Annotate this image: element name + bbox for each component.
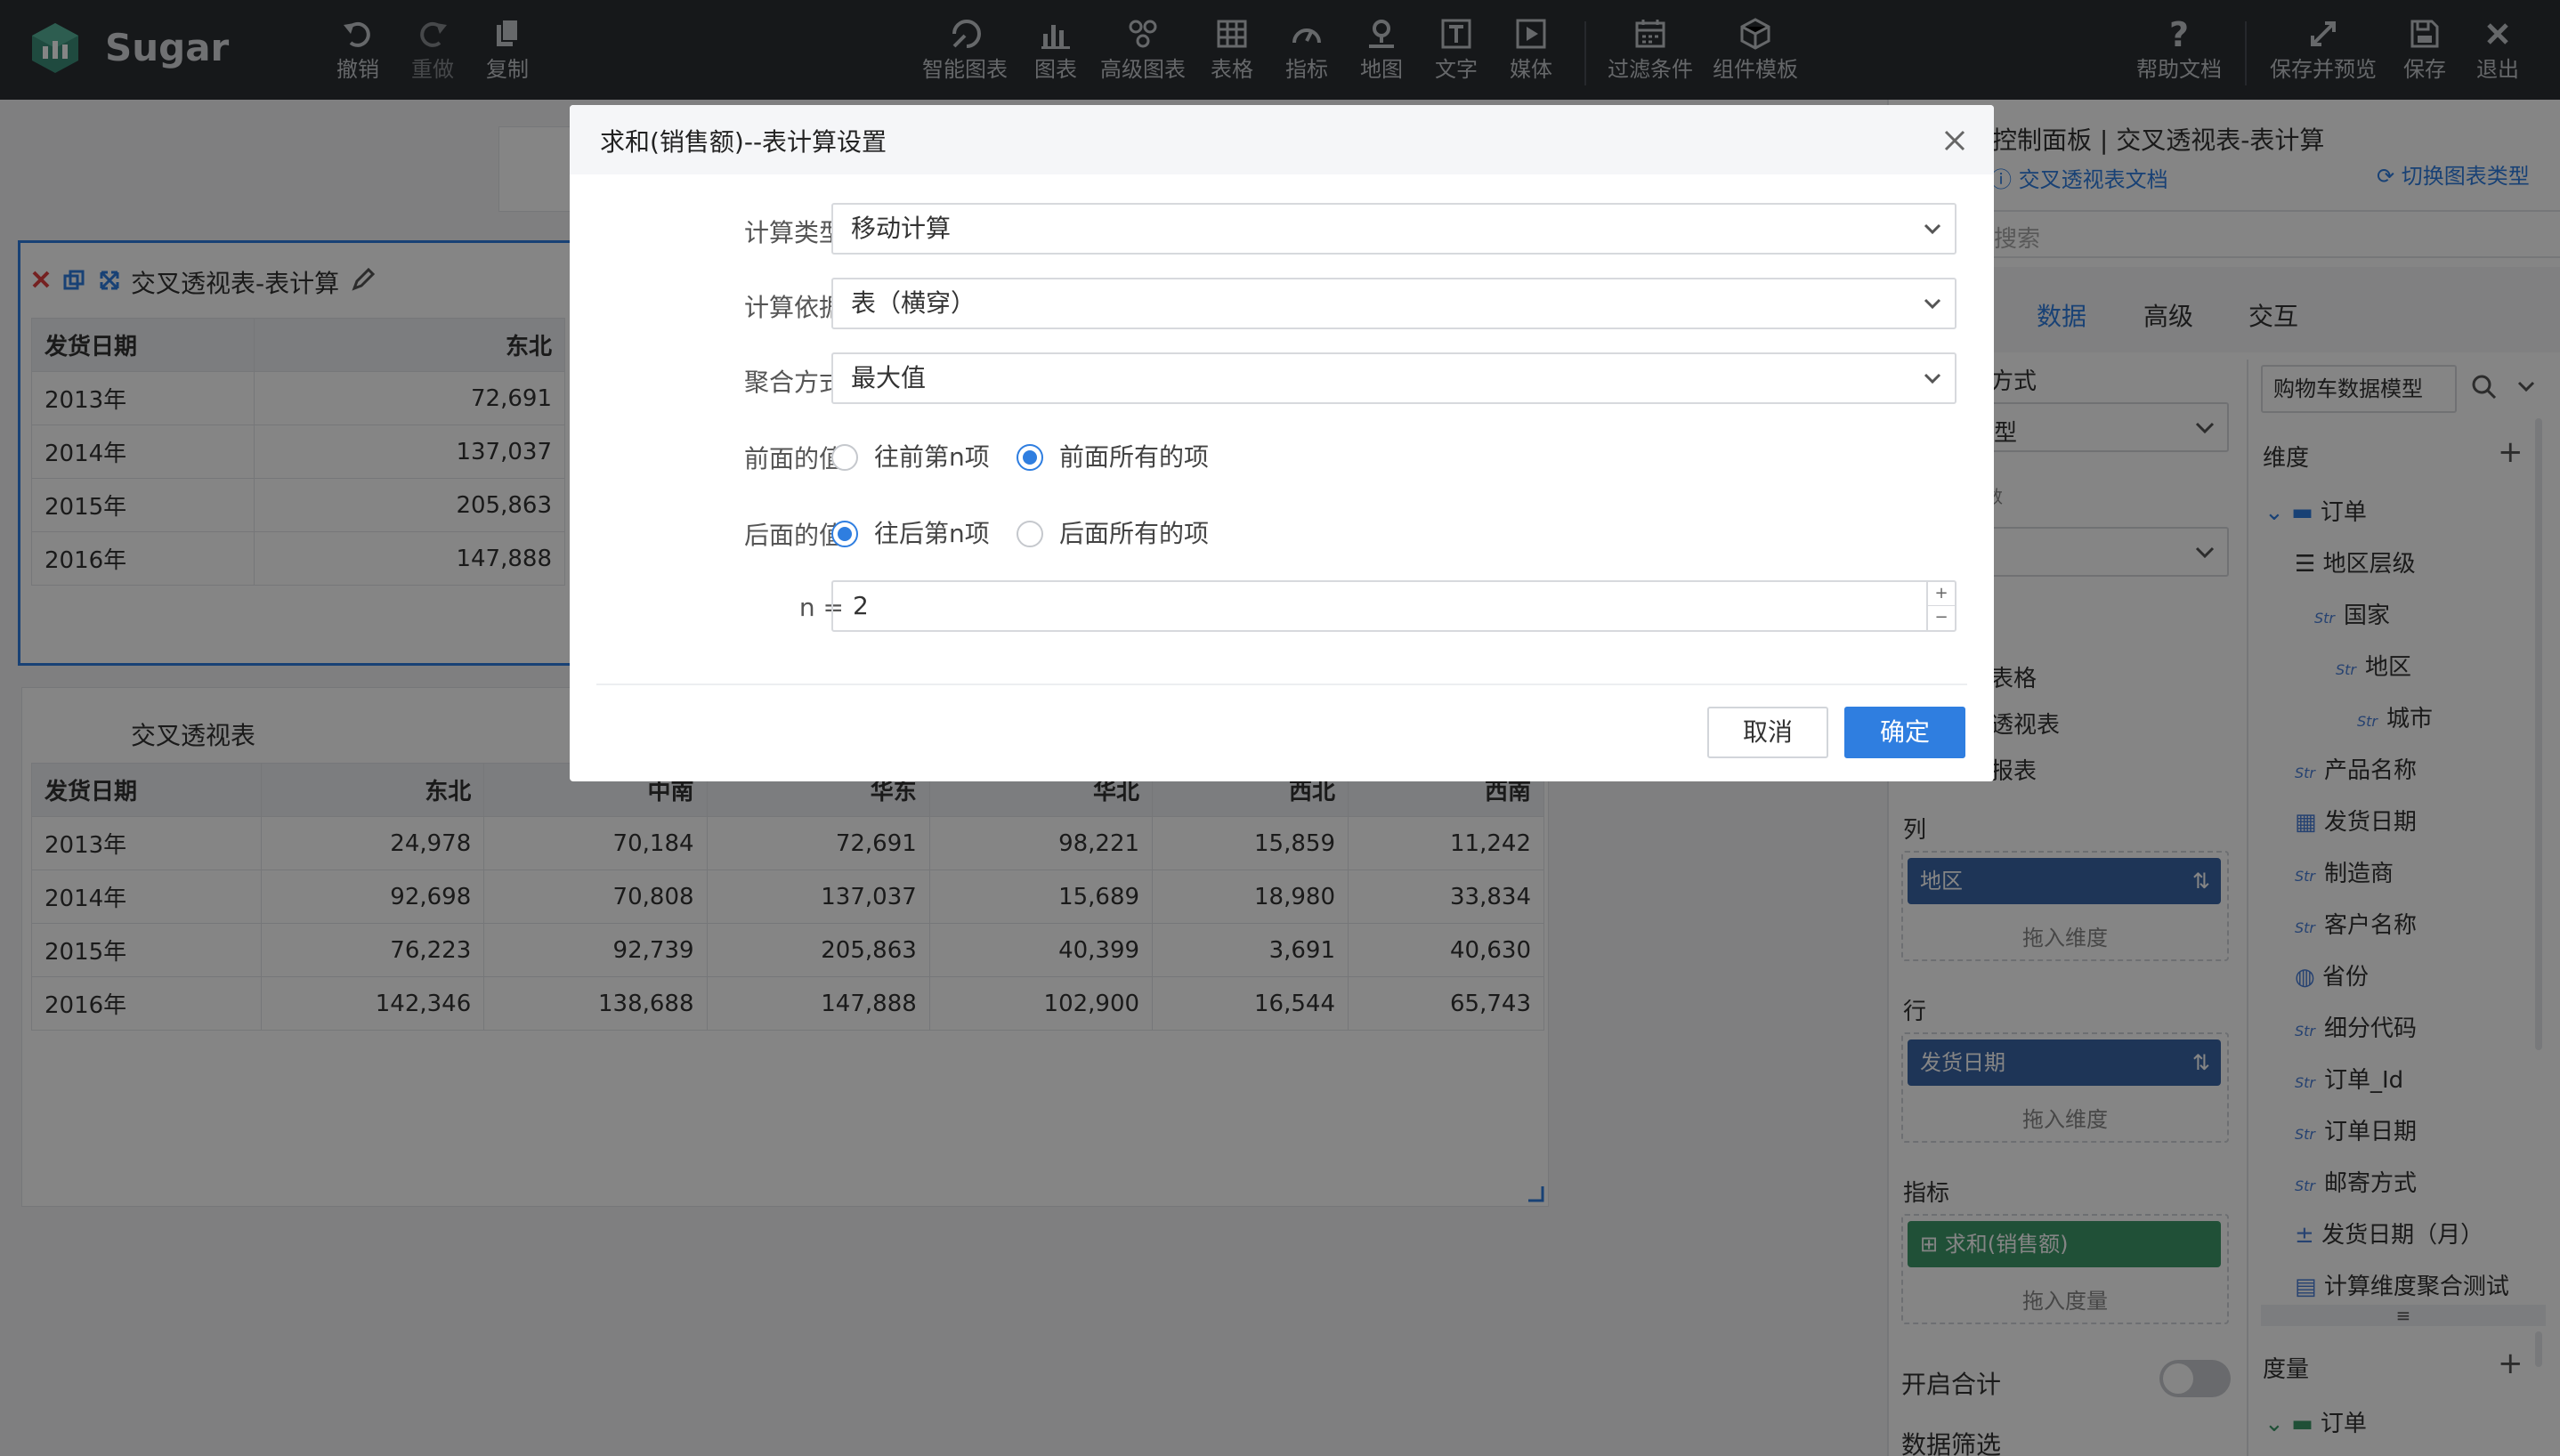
number-stepper[interactable]: + − — [1926, 582, 1955, 630]
next-all-radio[interactable]: 后面所有的项 — [1017, 516, 1209, 552]
radio-label: 往后第n项 — [874, 519, 990, 548]
aggregation-label: 聚合方式 — [743, 368, 844, 397]
aggregation-value: 最大值 — [851, 363, 927, 392]
chevron-down-icon — [1924, 373, 1941, 384]
dialog-title: 求和(销售额)--表计算设置 — [600, 127, 887, 157]
chevron-down-icon — [1924, 223, 1941, 235]
close-icon[interactable] — [1940, 126, 1969, 155]
prev-nth-radio[interactable]: 往前第n项 — [831, 440, 990, 475]
radio-label: 前面所有的项 — [1059, 442, 1210, 472]
n-number-input[interactable]: 2 + − — [831, 580, 1956, 632]
calc-type-select[interactable]: 移动计算 — [831, 203, 1956, 255]
decrement-icon[interactable]: − — [1928, 605, 1955, 629]
table-calc-settings-dialog: 求和(销售额)--表计算设置 计算类型 移动计算 计算依据 表（横穿） 聚合方式… — [570, 105, 1994, 781]
aggregation-select[interactable]: 最大值 — [831, 352, 1956, 404]
chevron-down-icon — [1924, 298, 1941, 310]
calc-basis-value: 表（横穿） — [851, 288, 976, 318]
calc-basis-label: 计算依据 — [743, 293, 844, 322]
cancel-button[interactable]: 取消 — [1707, 707, 1828, 758]
confirm-button[interactable]: 确定 — [1844, 707, 1965, 758]
dialog-divider — [596, 684, 1967, 685]
increment-icon[interactable]: + — [1928, 582, 1955, 605]
radio-dot — [1017, 521, 1043, 547]
radio-label: 后面所有的项 — [1059, 519, 1210, 548]
radio-dot — [831, 444, 858, 471]
previous-values-label: 前面的值 — [743, 444, 844, 473]
radio-dot-selected — [831, 521, 858, 547]
prev-all-radio[interactable]: 前面所有的项 — [1017, 440, 1209, 475]
radio-dot-selected — [1017, 444, 1043, 471]
calc-type-value: 移动计算 — [851, 214, 952, 243]
calc-type-label: 计算类型 — [743, 218, 844, 247]
n-value: 2 — [853, 591, 869, 620]
radio-label: 往前第n项 — [874, 442, 990, 472]
next-nth-radio[interactable]: 往后第n项 — [831, 516, 990, 552]
next-values-label: 后面的值 — [743, 521, 844, 550]
calc-basis-select[interactable]: 表（横穿） — [831, 278, 1956, 329]
